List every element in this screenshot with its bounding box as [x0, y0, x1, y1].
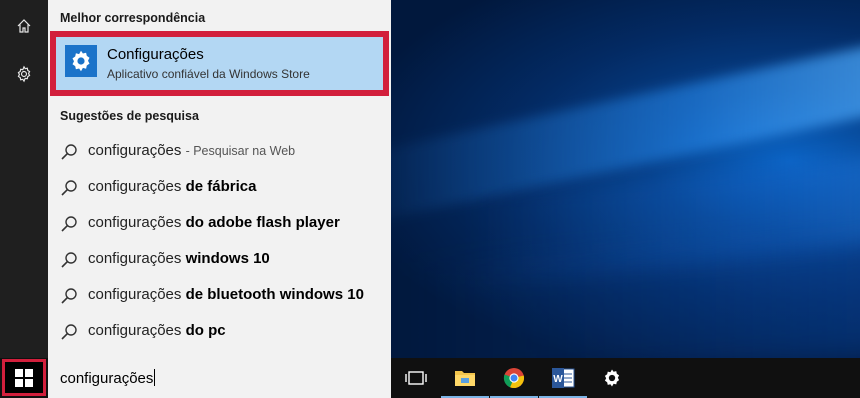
search-icon: [61, 180, 77, 196]
suggestion-completion: windows 10: [185, 250, 270, 267]
best-match-item[interactable]: Configurações Aplicativo confiável da Wi…: [50, 31, 389, 96]
search-input[interactable]: configurações: [48, 358, 391, 398]
suggestions-header: Sugestões de pesquisa: [60, 109, 199, 123]
svg-text:W: W: [553, 374, 563, 385]
windows-logo-icon: [15, 368, 33, 387]
settings-taskbar-button[interactable]: [588, 358, 636, 398]
suggestion-text: configurações do adobe flash player: [88, 214, 340, 231]
search-icon: [61, 324, 77, 340]
taskbar: configurações W: [0, 358, 860, 398]
suggestion-text: configurações windows 10: [88, 250, 270, 267]
desktop-wallpaper: [391, 0, 860, 358]
chrome-icon: [503, 368, 525, 389]
search-suggestion[interactable]: configurações - Pesquisar na Web: [48, 133, 391, 169]
search-icon: [61, 288, 77, 304]
suggestion-completion: de bluetooth windows 10: [185, 286, 364, 303]
suggestion-text: configurações do pc: [88, 322, 226, 339]
search-suggestion[interactable]: configurações windows 10: [48, 241, 391, 277]
suggestion-completion: do pc: [185, 322, 226, 339]
suggestion-web-hint: - Pesquisar na Web: [185, 144, 296, 158]
search-suggestion[interactable]: configurações de bluetooth windows 10: [48, 277, 391, 313]
chrome-button[interactable]: [490, 358, 538, 398]
suggestion-query: configurações: [88, 214, 182, 231]
search-value: configurações: [60, 370, 154, 387]
gear-icon: [17, 65, 31, 83]
search-suggestion[interactable]: configurações do adobe flash player: [48, 205, 391, 241]
suggestion-text: configurações de bluetooth windows 10: [88, 286, 364, 303]
file-explorer-button[interactable]: [441, 358, 489, 398]
word-icon: W: [552, 368, 575, 388]
start-left-rail: [0, 0, 48, 358]
best-match-subtitle: Aplicativo confiável da Windows Store: [107, 67, 310, 81]
suggestion-query: configurações: [88, 250, 182, 267]
word-button[interactable]: W: [539, 358, 587, 398]
best-match-title: Configurações: [107, 46, 204, 63]
file-explorer-icon: [455, 371, 475, 386]
search-results-panel: Melhor correspondência Configurações Apl…: [48, 0, 391, 358]
home-button[interactable]: [0, 2, 48, 50]
suggestion-completion: de fábrica: [185, 178, 257, 195]
suggestion-query: configurações: [88, 286, 182, 303]
text-caret: [154, 369, 156, 386]
suggestion-completion: do adobe flash player: [185, 214, 340, 231]
suggestion-query: configurações: [88, 322, 182, 339]
settings-icon: [604, 369, 620, 387]
suggestion-text: configurações - Pesquisar na Web: [88, 142, 295, 159]
suggestion-query: configurações: [88, 178, 182, 195]
home-icon: [17, 19, 31, 33]
best-match-header: Melhor correspondência: [60, 11, 206, 25]
task-view-button[interactable]: [392, 358, 440, 398]
suggestion-query: configurações: [88, 142, 182, 159]
search-icon: [61, 144, 77, 160]
suggestion-text: configurações de fábrica: [88, 178, 256, 195]
search-suggestion[interactable]: configurações do pc: [48, 313, 391, 349]
search-icon: [61, 252, 77, 268]
search-icon: [61, 216, 77, 232]
task-view-icon: [405, 371, 427, 385]
start-button[interactable]: [2, 359, 46, 396]
gear-icon: [65, 45, 97, 77]
search-suggestion[interactable]: configurações de fábrica: [48, 169, 391, 205]
settings-rail-button[interactable]: [0, 50, 48, 98]
